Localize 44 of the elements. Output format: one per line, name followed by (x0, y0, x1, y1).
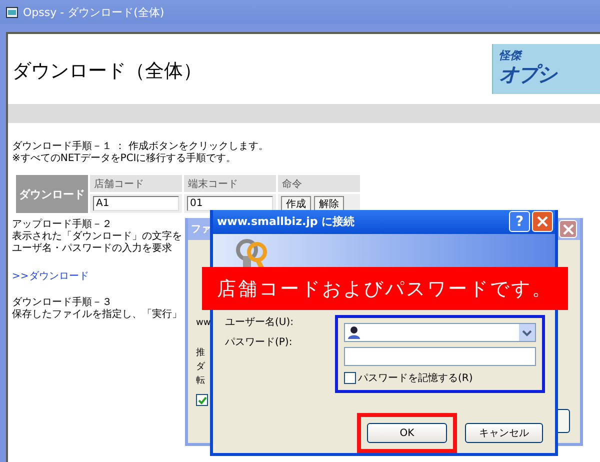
checkbox[interactable] (196, 394, 208, 406)
dialog-text: 転 (196, 374, 205, 388)
command-button[interactable]: 作成 (281, 196, 311, 212)
dialog-text: ww (196, 317, 211, 330)
column-header: 端末コード (184, 175, 276, 192)
dialog-text: ダ (196, 360, 205, 374)
window-icon (6, 6, 18, 18)
callout-banner: 店舗コードおよびパスワードです。 (202, 267, 568, 310)
column-header: 命令 (278, 175, 360, 192)
page-heading: ダウンロード（全体） (12, 59, 202, 84)
close-icon (537, 216, 548, 228)
close-button[interactable] (532, 211, 553, 232)
checkbox[interactable] (344, 372, 356, 384)
instruction-text: 保存したファイルを指定し、「実行」 (12, 309, 182, 321)
terminal-code-field[interactable]: 01 (187, 196, 273, 211)
instruction-text: 表示された「ダウンロード」の文字を (12, 231, 182, 242)
instruction-text: ユーザ名・パスワードの入力を要求 (12, 243, 172, 255)
help-button[interactable]: ? (509, 211, 530, 232)
instruction-text: ※すべてのNETデータをPCIに移行する手順です。 (12, 153, 236, 165)
dropdown-icon[interactable] (519, 324, 535, 341)
dialog-text: 推 (196, 346, 205, 360)
close-button[interactable] (559, 220, 577, 238)
checkbox-label: パスワードを記憶する(R) (358, 372, 473, 385)
column-header: 店舗コード (90, 175, 182, 192)
field-label: ユーザー名(U): (225, 316, 294, 329)
user-icon (348, 326, 360, 339)
username-field[interactable] (344, 323, 536, 342)
row-header: ダウンロード (16, 175, 88, 213)
close-icon (562, 224, 574, 234)
dialog-title: ファ (191, 223, 211, 236)
instruction-text: ダウンロード手順－３ (12, 297, 112, 308)
dialog-title: www.smallbiz.jp に接続 (217, 214, 355, 230)
logo-title: オプシ (499, 63, 558, 85)
instruction-text: アップロード手順－２ (12, 219, 112, 230)
dialog-button[interactable]: キャンセル (465, 423, 543, 443)
dialog-button[interactable]: OK (367, 423, 447, 443)
password-field[interactable] (344, 347, 536, 366)
logo-subtitle: 怪傑 (499, 48, 524, 63)
window-title: Opssy - ダウンロード(全体) (23, 4, 164, 20)
store-code-field[interactable]: A1 (93, 196, 179, 211)
check-icon (198, 396, 206, 404)
instruction-text: ダウンロード手順－１ ： 作成ボタンをクリックします。 (12, 141, 268, 152)
command-button[interactable]: 解除 (314, 196, 344, 212)
field-label: パスワード(P): (225, 336, 294, 349)
